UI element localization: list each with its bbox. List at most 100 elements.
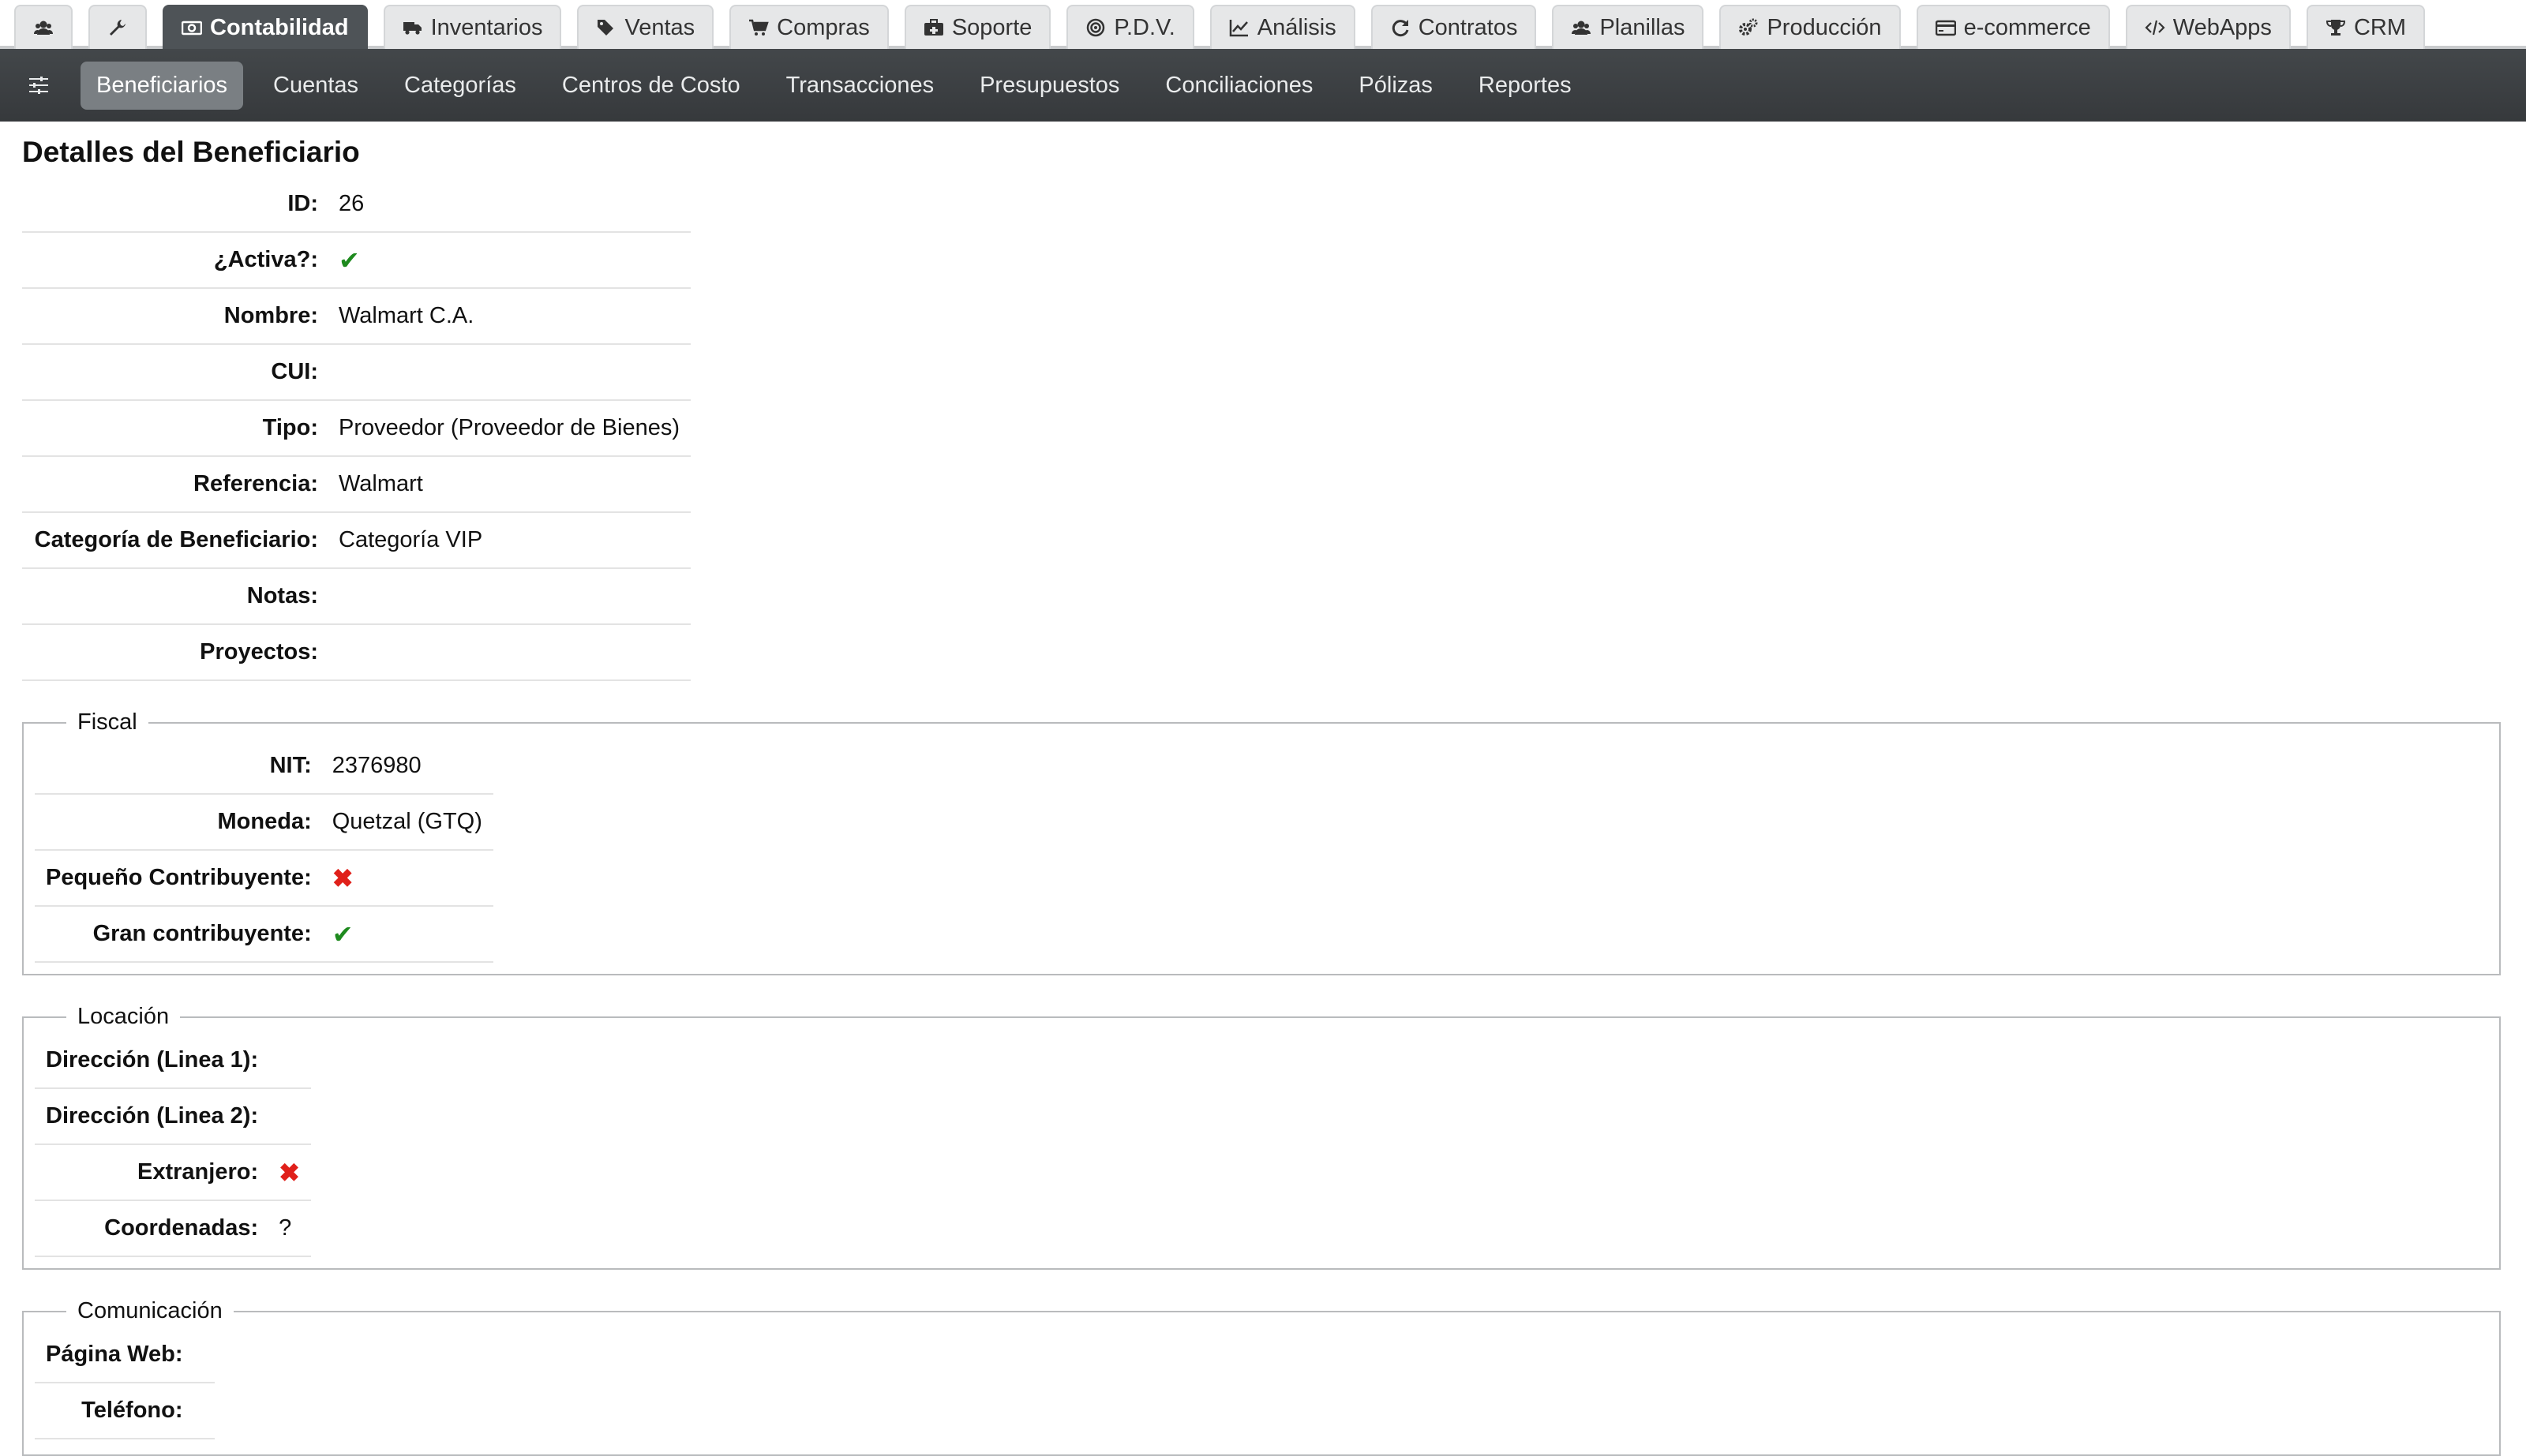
refresh-icon: [1390, 17, 1411, 38]
nav-cuentas[interactable]: Cuentas: [257, 62, 374, 110]
tab-tools[interactable]: [88, 5, 147, 49]
phone-value: [193, 1383, 215, 1439]
field-label: Notas:: [22, 568, 329, 625]
detail-row-reference: Referencia: Walmart: [22, 456, 691, 513]
field-label: ¿Activa?:: [22, 232, 329, 289]
detail-row-name: Nombre: Walmart C.A.: [22, 288, 691, 345]
tab-ecommerce[interactable]: e-commerce: [1916, 5, 2110, 49]
medkit-icon: [924, 17, 944, 38]
fieldset-legend: Locación: [77, 1004, 170, 1029]
field-label: Nombre:: [22, 288, 329, 345]
tab-compras[interactable]: Compras: [729, 5, 889, 49]
nav-conciliaciones[interactable]: Conciliaciones: [1149, 62, 1329, 110]
address2-value: [269, 1088, 311, 1145]
location-row-foreign: Extranjero: ✖: [35, 1144, 311, 1201]
cart-icon: [748, 17, 769, 38]
tab-produccion[interactable]: Producción: [1719, 5, 1901, 49]
tab-label: P.D.V.: [1114, 14, 1175, 40]
sliders-icon[interactable]: [27, 73, 51, 97]
field-label: Gran contribuyente:: [35, 906, 323, 963]
tab-label: Contabilidad: [210, 14, 349, 40]
nav-transacciones[interactable]: Transacciones: [770, 62, 950, 110]
tab-inventarios[interactable]: Inventarios: [383, 5, 562, 49]
users-icon: [33, 17, 54, 38]
tab-label: Ventas: [624, 14, 695, 40]
wrench-icon: [107, 17, 128, 38]
tab-label: CRM: [2353, 14, 2406, 40]
fiscal-row-large-taxpayer: Gran contribuyente: ✔: [35, 906, 493, 963]
tab-analisis[interactable]: Análisis: [1209, 5, 1355, 49]
module-tab-bar: Contabilidad Inventarios Ventas Compras …: [0, 0, 2526, 49]
target-icon: [1085, 17, 1106, 38]
cogs-icon: [1738, 17, 1759, 38]
fiscal-table: NIT: 2376980 Moneda: Quetzal (GTQ) Peque…: [35, 739, 493, 963]
detail-row-active: ¿Activa?: ✔: [22, 232, 691, 289]
location-table: Dirección (Linea 1): Dirección (Linea 2)…: [35, 1033, 311, 1257]
type-value: Proveedor (Proveedor de Bienes): [329, 400, 691, 457]
id-value: 26: [329, 177, 691, 233]
trophy-icon: [2325, 17, 2346, 38]
field-label: Extranjero:: [35, 1144, 270, 1201]
nav-centros-de-costo[interactable]: Centros de Costo: [546, 62, 756, 110]
detail-row-projects: Proyectos:: [22, 624, 691, 681]
name-value: Walmart C.A.: [329, 288, 691, 345]
communication-row-phone: Teléfono:: [35, 1383, 215, 1439]
tab-crm[interactable]: CRM: [2306, 5, 2425, 49]
detail-row-cui: CUI:: [22, 344, 691, 401]
tab-label: Planillas: [1599, 14, 1685, 40]
cross-icon: ✖: [332, 863, 354, 893]
nit-value: 2376980: [322, 739, 493, 795]
nav-reportes[interactable]: Reportes: [1463, 62, 1587, 110]
field-label: ID:: [22, 177, 329, 233]
tab-label: Contratos: [1418, 14, 1518, 40]
currency-value: Quetzal (GTQ): [322, 794, 493, 851]
nav-polizas[interactable]: Pólizas: [1343, 62, 1449, 110]
tab-label: Compras: [777, 14, 870, 40]
location-row-address1: Dirección (Linea 1):: [35, 1033, 311, 1089]
nav-categorias[interactable]: Categorías: [388, 62, 532, 110]
truck-icon: [403, 17, 423, 38]
page-title: Detalles del Beneficiario: [22, 136, 360, 168]
nav-beneficiarios[interactable]: Beneficiarios: [81, 61, 244, 110]
details-table: ID: 26 ¿Activa?: ✔ Nombre: Walmart C.A. …: [22, 177, 691, 681]
cross-icon: ✖: [279, 1158, 300, 1187]
field-label: Categoría de Beneficiario:: [22, 512, 329, 569]
tab-label: e-commerce: [1963, 14, 2091, 40]
fiscal-row-currency: Moneda: Quetzal (GTQ): [35, 794, 493, 851]
tab-contabilidad[interactable]: Contabilidad: [163, 5, 368, 49]
check-icon: ✔: [332, 919, 354, 949]
main-content: Detalles del Beneficiario ID: 26 ¿Activa…: [0, 136, 2526, 1456]
web-value: [193, 1327, 215, 1383]
nav-presupuestos[interactable]: Presupuestos: [964, 62, 1135, 110]
location-fieldset: Locación Dirección (Linea 1): Dirección …: [22, 1004, 2501, 1270]
tab-webapps[interactable]: WebApps: [2125, 5, 2291, 49]
tab-label: Producción: [1767, 14, 1882, 40]
detail-row-type: Tipo: Proveedor (Proveedor de Bienes): [22, 400, 691, 457]
tab-label: WebApps: [2172, 14, 2272, 40]
tab-label: Soporte: [951, 14, 1033, 40]
fieldset-legend: Fiscal: [77, 709, 137, 735]
field-label: Pequeño Contribuyente:: [35, 850, 323, 907]
location-row-coords: Coordenadas: ?: [35, 1200, 311, 1257]
detail-row-notes: Notas:: [22, 568, 691, 625]
tab-label: Inventarios: [430, 14, 543, 40]
tags-icon: [596, 17, 617, 38]
tab-users[interactable]: [14, 5, 73, 49]
section-nav: Beneficiarios Cuentas Categorías Centros…: [0, 49, 2526, 122]
tab-ventas[interactable]: Ventas: [577, 5, 714, 49]
tab-planillas[interactable]: Planillas: [1552, 5, 1704, 49]
communication-table: Página Web: Teléfono:: [35, 1327, 215, 1439]
detail-row-id: ID: 26: [22, 177, 691, 233]
line-chart-icon: [1229, 17, 1250, 38]
tab-soporte[interactable]: Soporte: [904, 5, 1051, 49]
fiscal-row-nit: NIT: 2376980: [35, 739, 493, 795]
notes-value: [329, 568, 691, 625]
reference-value: Walmart: [329, 456, 691, 513]
tab-label: Análisis: [1257, 14, 1336, 40]
field-label: NIT:: [35, 739, 323, 795]
field-label: Tipo:: [22, 400, 329, 457]
tab-contratos[interactable]: Contratos: [1370, 5, 1537, 49]
tab-pdv[interactable]: P.D.V.: [1066, 5, 1194, 49]
code-icon: [2145, 17, 2165, 38]
cui-value: [329, 344, 691, 401]
